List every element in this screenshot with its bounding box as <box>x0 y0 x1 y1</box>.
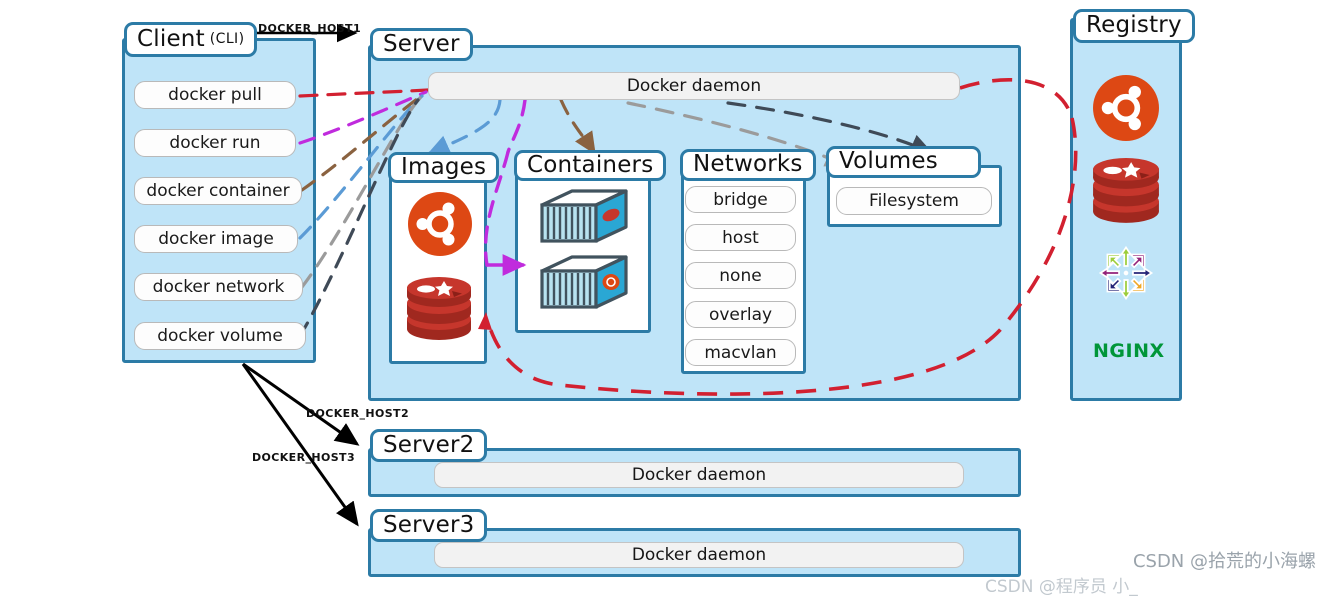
host-arrows-layer <box>231 23 360 527</box>
networks-label: Networks <box>693 151 803 177</box>
server3-label-chip: Server3 <box>370 509 488 542</box>
containers-label: Containers <box>527 151 654 178</box>
volumes-label: Volumes <box>839 148 938 174</box>
volumes-label-chip: Volumes <box>826 146 981 178</box>
registry-label: Registry <box>1086 12 1182 38</box>
server-label-chip: Server <box>370 28 473 61</box>
server-label: Server <box>383 30 460 57</box>
client-label-chip: Client (CLI) <box>124 22 258 57</box>
csdn-watermark: CSDN @拾荒的小海螺 <box>1132 551 1316 572</box>
client-label: Client <box>137 25 205 52</box>
server3-label: Server3 <box>383 511 475 538</box>
server2-label: Server2 <box>383 431 475 458</box>
docker-host1-label: DOCKER_HOST1 <box>258 22 361 35</box>
csdn-watermark-secondary: CSDN @程序员 小_ <box>985 577 1138 597</box>
containers-label-chip: Containers <box>514 150 667 181</box>
client-sub-label: (CLI) <box>209 30 245 47</box>
docker-host2-label: DOCKER_HOST2 <box>306 407 409 420</box>
networks-label-chip: Networks <box>680 149 816 181</box>
diagram-canvas: Client (CLI) docker pull docker run dock… <box>0 0 1330 597</box>
images-label: Images <box>401 153 487 180</box>
registry-label-chip: Registry <box>1073 9 1195 43</box>
server2-label-chip: Server2 <box>370 429 488 462</box>
images-label-chip: Images <box>388 152 500 183</box>
docker-host3-label: DOCKER_HOST3 <box>252 451 355 464</box>
